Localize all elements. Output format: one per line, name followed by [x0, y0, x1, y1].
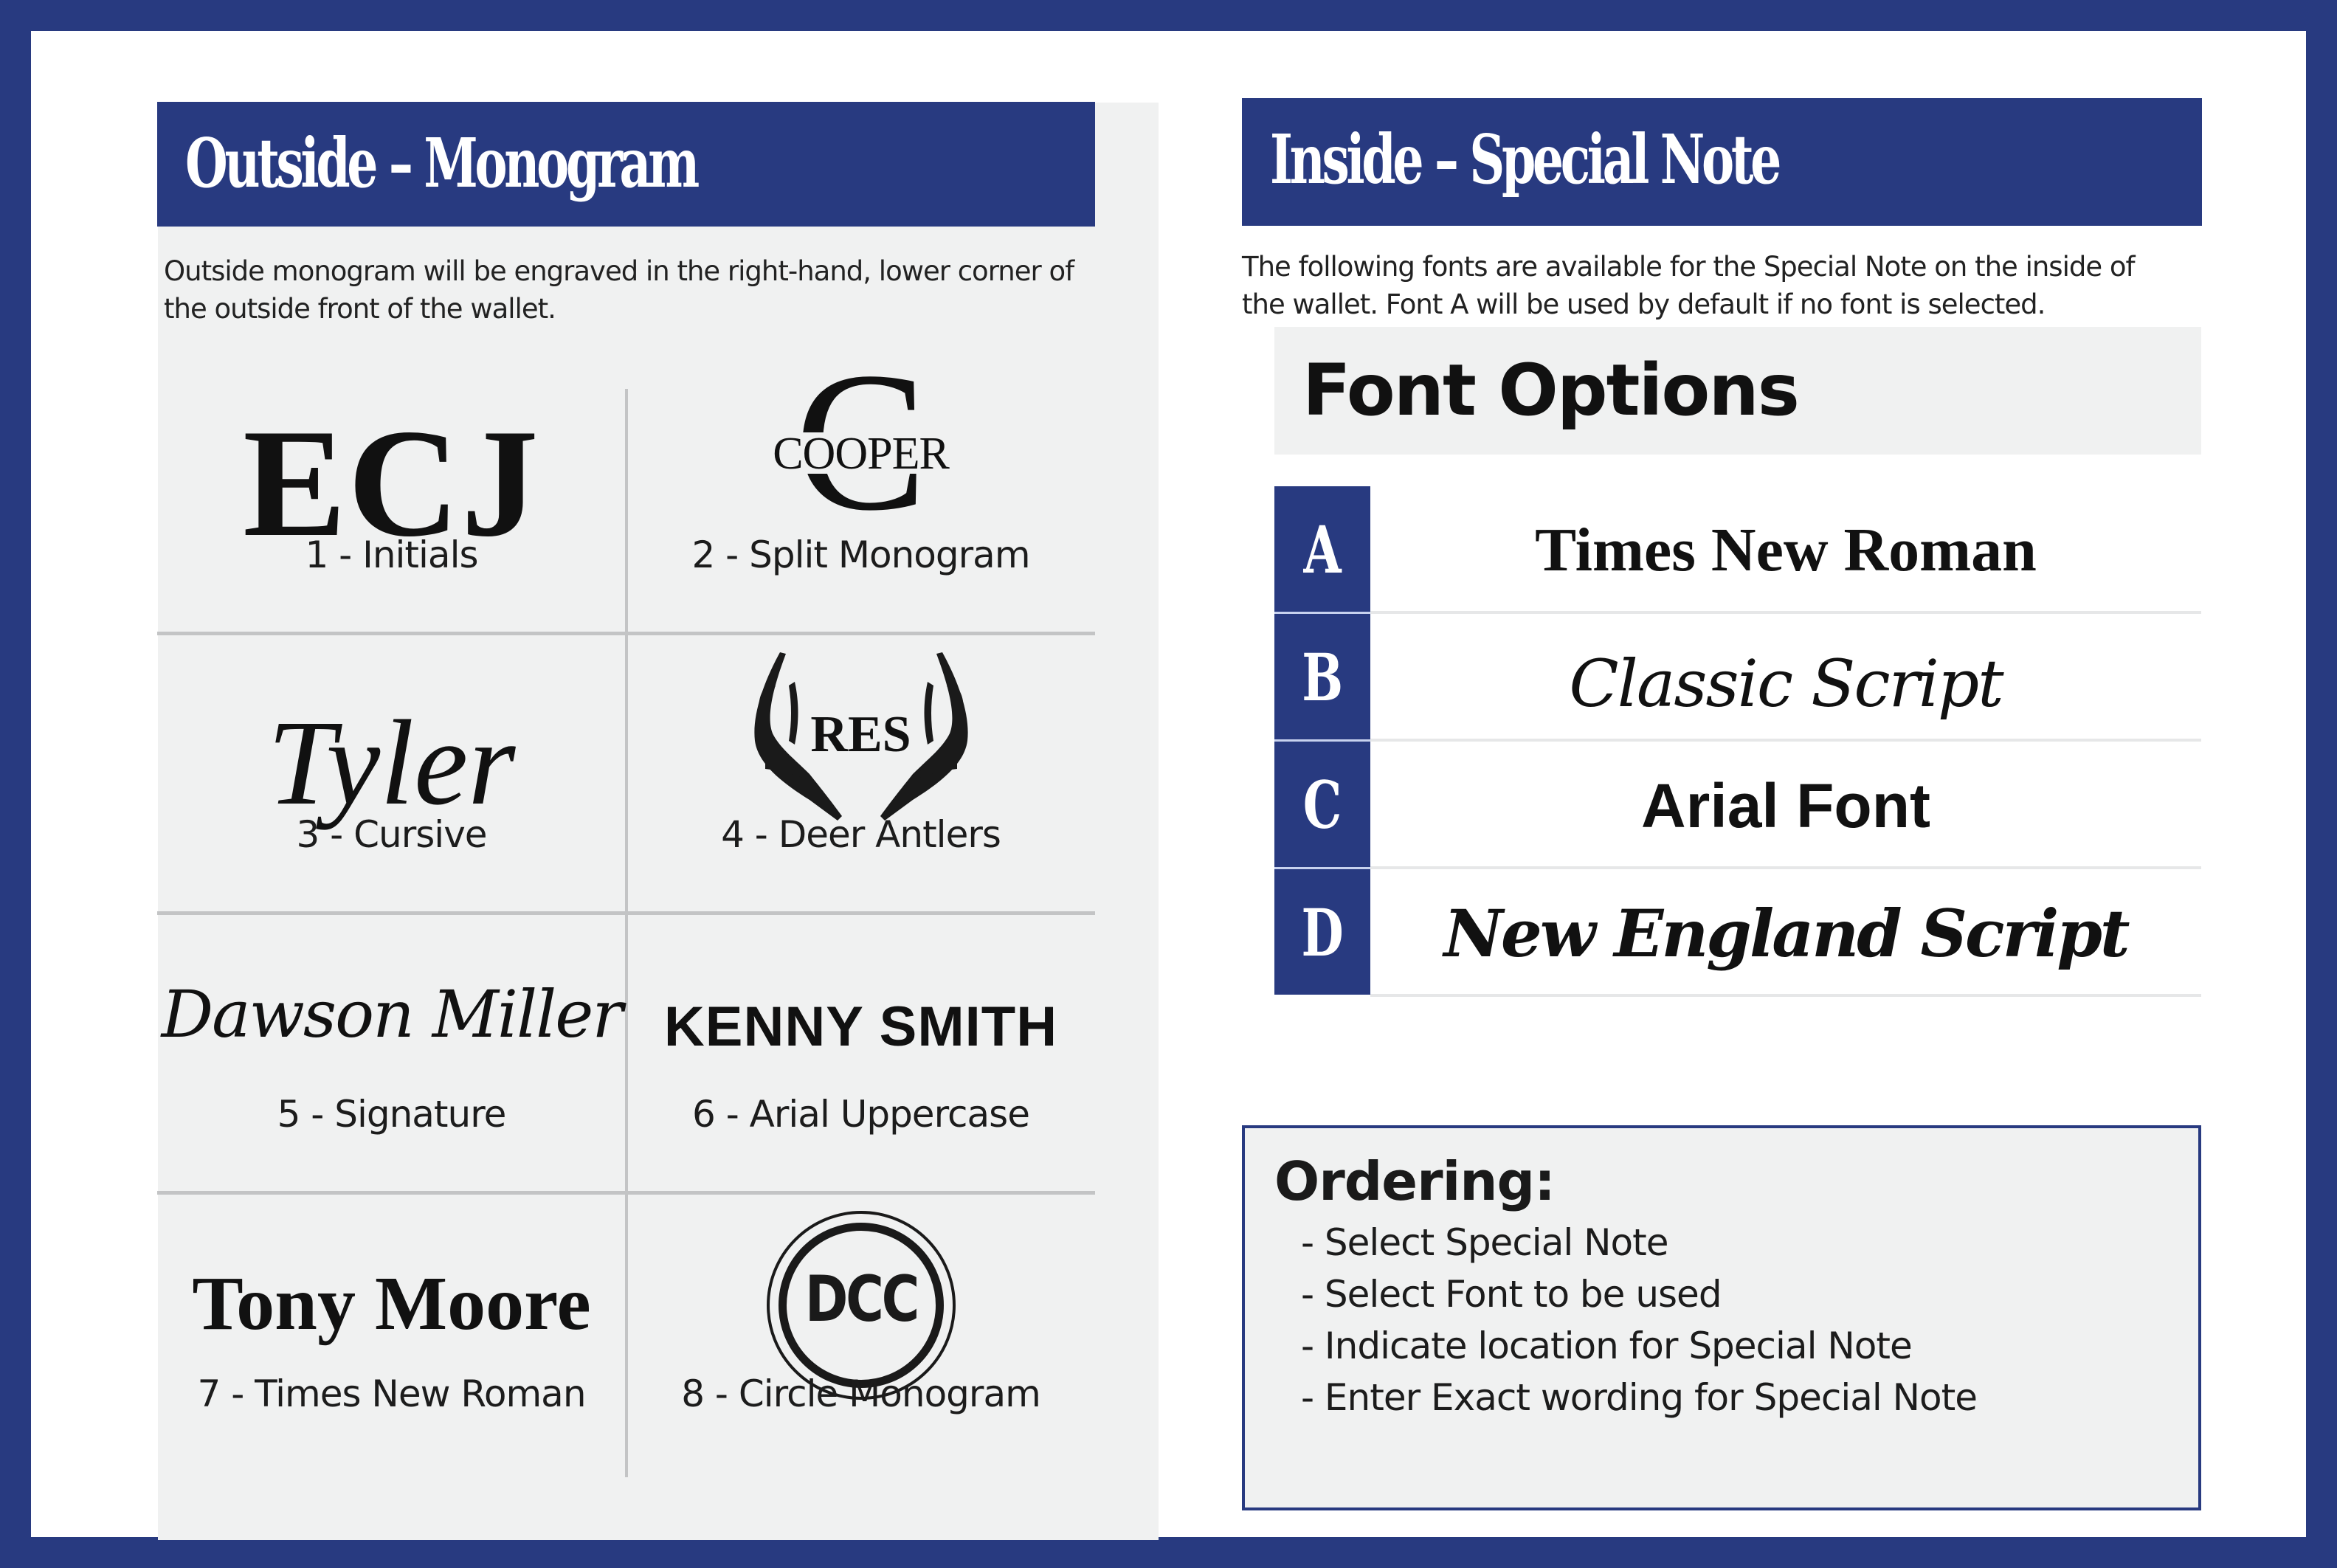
inside-special-note-title: Inside – Special Note	[1270, 120, 1781, 199]
ordering-box: Ordering: - Select Special Note - Select…	[1242, 1125, 2201, 1510]
font-letter: A	[1303, 511, 1342, 588]
outside-monogram-header: Outside – Monogram	[157, 102, 1095, 227]
signature-sample: Dawson Miller	[161, 976, 624, 1052]
option-label: 7 - Times New Roman	[197, 1372, 586, 1415]
font-name: Arial Font	[1641, 771, 1930, 840]
font-name: Times New Roman	[1535, 516, 2037, 584]
ordering-step: - Indicate location for Special Note	[1301, 1324, 1913, 1367]
circle-monogram-sample: DCC	[766, 1211, 956, 1400]
font-name: Classic Script	[1569, 646, 2003, 722]
ordering-steps: - Select Special Note - Select Font to b…	[1301, 1217, 1978, 1423]
page-sheet: Outside – Monogram Outside monogram will…	[31, 31, 2306, 1540]
times-new-roman-sample: Tony Moore	[192, 1261, 591, 1346]
font-option-d[interactable]: D New England Script	[1274, 869, 2201, 997]
monogram-option-initials[interactable]: ECJ 1 - Initials	[157, 354, 626, 634]
font-name: New England Script	[1443, 895, 2130, 972]
ordering-step: - Select Special Note	[1301, 1221, 1668, 1264]
option-label: 2 - Split Monogram	[691, 533, 1030, 576]
deer-antlers-initials: RES	[810, 706, 911, 763]
outside-description-line: Outside monogram will be engraved in the…	[164, 255, 1074, 287]
font-options-heading-box: Font Options	[1274, 327, 2201, 455]
ordering-step: - Select Font to be used	[1301, 1273, 1722, 1316]
row-divider	[1370, 994, 2201, 997]
ordering-title: Ordering:	[1274, 1150, 1556, 1212]
option-label: 4 - Deer Antlers	[721, 813, 1001, 856]
font-option-b[interactable]: B Classic Script	[1274, 614, 2201, 742]
deer-antlers-sample: RES	[626, 652, 1095, 829]
font-letter: D	[1301, 894, 1344, 971]
split-monogram-sample: C COOPER	[626, 342, 1095, 542]
inside-description-line: The following fonts are available for th…	[1242, 251, 2136, 283]
inside-description: The following fonts are available for th…	[1242, 248, 2136, 323]
outside-description-line: the outside front of the wallet.	[164, 293, 556, 325]
arial-uppercase-sample: KENNY SMITH	[663, 995, 1058, 1058]
monogram-option-times-new-roman[interactable]: Tony Moore 7 - Times New Roman	[157, 1193, 626, 1473]
option-label: 8 - Circle Monogram	[681, 1372, 1041, 1415]
monogram-option-signature[interactable]: Dawson Miller 5 - Signature	[157, 913, 626, 1193]
split-monogram-name: COOPER	[773, 429, 950, 479]
font-letter-badge: C	[1274, 742, 1370, 867]
option-label: 6 - Arial Uppercase	[692, 1093, 1030, 1136]
monogram-option-cursive[interactable]: Tyler 3 - Cursive	[157, 634, 626, 913]
outside-description: Outside monogram will be engraved in the…	[164, 252, 1074, 328]
font-letter-badge: D	[1274, 869, 1370, 995]
monogram-option-deer-antlers[interactable]: RES 4 - Deer Antlers	[626, 634, 1095, 913]
font-options-title: Font Options	[1302, 349, 1800, 432]
inside-special-note-header: Inside – Special Note	[1242, 98, 2202, 226]
monogram-option-split[interactable]: C COOPER 2 - Split Monogram	[626, 342, 1095, 634]
font-letter: B	[1302, 639, 1343, 716]
option-label: 5 - Signature	[277, 1093, 507, 1136]
font-option-c[interactable]: C Arial Font	[1274, 742, 2201, 869]
cursive-sample: Tyler	[267, 695, 516, 830]
font-letter-badge: A	[1274, 486, 1370, 612]
circle-monogram-initials: DCC	[804, 1263, 919, 1336]
option-label: 3 - Cursive	[296, 813, 487, 856]
font-letter-badge: B	[1274, 614, 1370, 739]
outside-monogram-title: Outside – Monogram	[185, 123, 700, 203]
option-label: 1 - Initials	[305, 533, 478, 576]
font-letter: C	[1302, 767, 1342, 843]
inside-description-line: the wallet. Font A will be used by defau…	[1242, 289, 2046, 320]
font-option-a[interactable]: A Times New Roman	[1274, 486, 2201, 614]
ordering-step: - Enter Exact wording for Special Note	[1301, 1376, 1978, 1419]
monogram-option-circle[interactable]: DCC 8 - Circle Monogram	[626, 1193, 1095, 1473]
monogram-option-arial-uppercase[interactable]: KENNY SMITH 6 - Arial Uppercase	[626, 913, 1095, 1193]
